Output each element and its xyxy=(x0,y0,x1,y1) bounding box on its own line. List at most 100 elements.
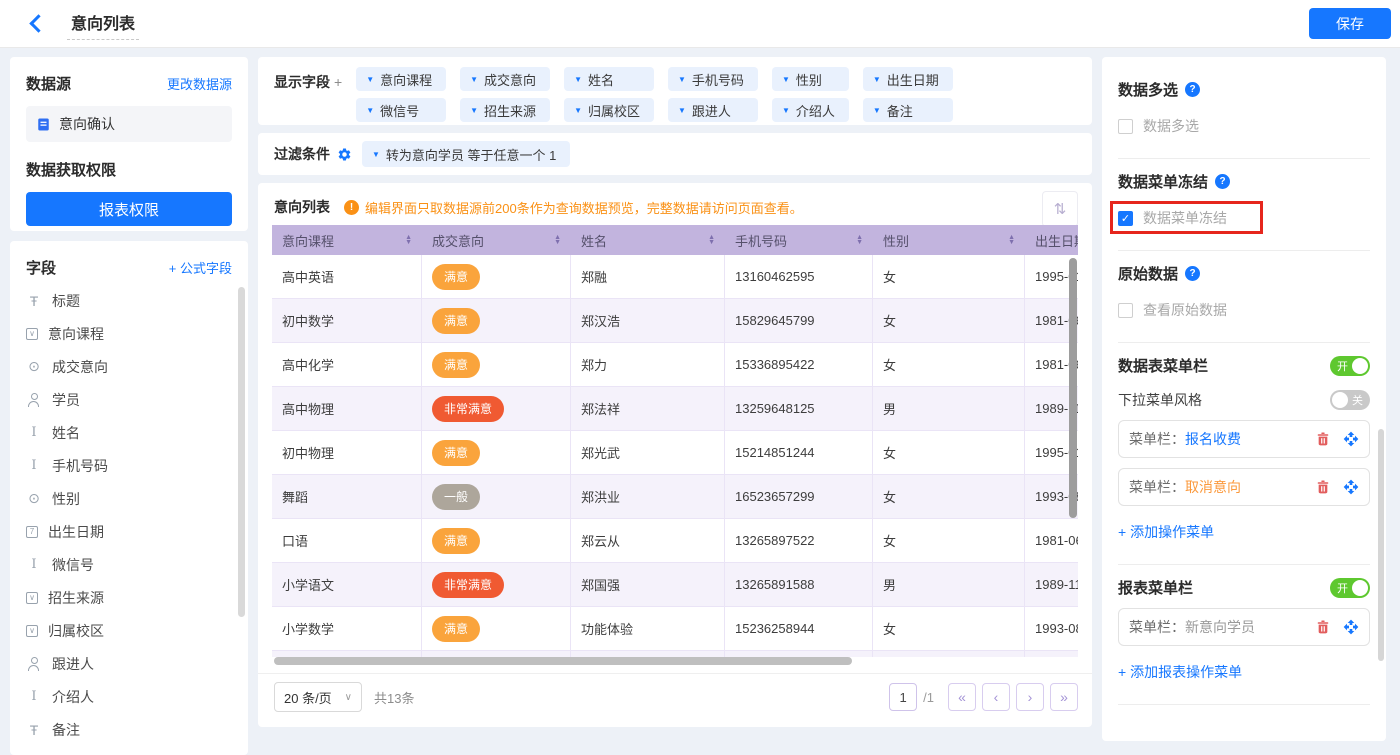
help-icon[interactable]: ? xyxy=(1215,174,1230,189)
column-header-intent[interactable]: 成交意向▲▼ xyxy=(422,225,571,255)
field-item-remark[interactable]: Ŧ备注 xyxy=(26,713,232,746)
prev-page-button[interactable]: ‹ xyxy=(982,683,1010,711)
chip-phone[interactable]: ▼手机号码 xyxy=(668,67,758,91)
trash-icon[interactable] xyxy=(1315,431,1331,447)
first-page-button[interactable]: « xyxy=(948,683,976,711)
next-page-button[interactable]: › xyxy=(1016,683,1044,711)
move-icon[interactable] xyxy=(1343,431,1359,447)
move-icon[interactable] xyxy=(1343,619,1359,635)
chip-source[interactable]: ▼招生来源 xyxy=(460,98,550,122)
filter-title: 过滤条件 xyxy=(274,144,330,164)
column-header-name[interactable]: 姓名▲▼ xyxy=(571,225,725,255)
table-row[interactable]: 口语 满意 郑云从 13265897522 女 1981-06 xyxy=(272,519,1078,563)
checkbox-checked[interactable]: ✓ xyxy=(1118,211,1133,226)
table-row[interactable]: 初中数学 满意 郑汉浩 15829645799 女 1981-06 xyxy=(272,299,1078,343)
save-button[interactable]: 保存 xyxy=(1309,8,1391,39)
field-item-source[interactable]: ∨招生来源 xyxy=(26,581,232,614)
report-menu-title: 报表菜单栏 xyxy=(1118,577,1193,598)
field-item-phone[interactable]: I手机号码 xyxy=(26,449,232,482)
chip-gender[interactable]: ▼性别 xyxy=(772,67,849,91)
pagination-divider xyxy=(258,673,1092,674)
filter-condition-chip[interactable]: ▼ 转为意向学员 等于任意一个 1 xyxy=(362,141,570,167)
field-item-title[interactable]: Ŧ标题 xyxy=(26,284,232,317)
checkbox-unchecked[interactable] xyxy=(1118,119,1133,134)
text-field-icon: I xyxy=(26,458,42,473)
add-report-menu-link[interactable]: + 添加报表操作菜单 xyxy=(1118,662,1242,682)
field-item-wechat[interactable]: I微信号 xyxy=(26,548,232,581)
trash-icon[interactable] xyxy=(1315,619,1331,635)
sort-icon[interactable]: ▲▼ xyxy=(1008,235,1015,246)
checkbox-unchecked[interactable] xyxy=(1118,303,1133,318)
table-menu-toggle-on[interactable]: 开 xyxy=(1330,356,1370,376)
table-horizontal-scrollbar[interactable] xyxy=(274,657,852,665)
dropdown-style-toggle-off[interactable]: 关 xyxy=(1330,390,1370,410)
column-header-birthday[interactable]: 出生日期 xyxy=(1025,225,1078,255)
menu-item-cancel-intent[interactable]: 菜单栏： 取消意向 xyxy=(1118,468,1370,506)
cell-intent: 满意 xyxy=(422,431,571,474)
chip-referrer[interactable]: ▼介绍人 xyxy=(772,98,849,122)
trash-icon[interactable] xyxy=(1315,479,1331,495)
field-item-student[interactable]: 学员 xyxy=(26,383,232,416)
field-item-paid[interactable]: I已报名交费 xyxy=(26,746,232,755)
table-row[interactable]: 初中物理 满意 郑光武 15214851244 女 1995-01 xyxy=(272,431,1078,475)
chip-wechat[interactable]: ▼微信号 xyxy=(356,98,446,122)
menu-freeze-checkbox-row[interactable]: ✓ 数据菜单冻结 xyxy=(1118,208,1370,228)
fields-scrollbar[interactable] xyxy=(238,287,245,617)
settings-scrollbar[interactable] xyxy=(1378,429,1384,661)
table-row[interactable]: 高中物理 非常满意 郑法祥 13259648125 男 1989-11 xyxy=(272,387,1078,431)
back-icon[interactable] xyxy=(29,14,47,32)
chip-birthday[interactable]: ▼出生日期 xyxy=(863,67,953,91)
move-icon[interactable] xyxy=(1343,479,1359,495)
sort-icon[interactable]: ▲▼ xyxy=(856,235,863,246)
table-row[interactable]: 小学数学 满意 功能体验 15236258944 女 1993-08 xyxy=(272,607,1078,651)
gear-icon[interactable] xyxy=(337,147,352,162)
field-item-referrer[interactable]: I介绍人 xyxy=(26,680,232,713)
help-icon[interactable]: ? xyxy=(1185,82,1200,97)
add-formula-field-link[interactable]: + 公式字段 xyxy=(169,258,232,277)
chip-remark[interactable]: ▼备注 xyxy=(863,98,953,122)
field-item-follower[interactable]: 跟进人 xyxy=(26,647,232,680)
table-row[interactable]: 小学语文 非常满意 郑国强 13265891588 男 1989-11 xyxy=(272,563,1078,607)
sort-order-button[interactable]: ⇅ xyxy=(1042,191,1078,227)
table-row[interactable]: 舞蹈 一般 郑洪业 16523657299 女 1993-08 xyxy=(272,475,1078,519)
sort-icon[interactable]: ▲▼ xyxy=(405,235,412,246)
report-permission-button[interactable]: 报表权限 xyxy=(26,192,232,226)
table-row[interactable]: 高中化学 满意 郑力 15336895422 女 1981-06 xyxy=(272,343,1078,387)
chip-campus[interactable]: ▼归属校区 xyxy=(564,98,654,122)
chip-course[interactable]: ▼意向课程 xyxy=(356,67,446,91)
multi-select-checkbox-row[interactable]: 数据多选 xyxy=(1118,116,1370,136)
raw-data-checkbox-row[interactable]: 查看原始数据 xyxy=(1118,300,1370,320)
chip-follower[interactable]: ▼跟进人 xyxy=(668,98,758,122)
menu-item-new-intent-student[interactable]: 菜单栏： 新意向学员 xyxy=(1118,608,1370,646)
cell-name: 郑国强 xyxy=(571,563,725,606)
table-vertical-scrollbar[interactable] xyxy=(1069,258,1077,518)
last-page-button[interactable]: » xyxy=(1050,683,1078,711)
column-header-course[interactable]: 意向课程▲▼ xyxy=(272,225,422,255)
chip-intent[interactable]: ▼成交意向 xyxy=(460,67,550,91)
page-size-select[interactable]: 20 条/页 ∨ xyxy=(274,682,362,712)
column-header-gender[interactable]: 性别▲▼ xyxy=(873,225,1025,255)
field-item-intent[interactable]: ⊙成交意向 xyxy=(26,350,232,383)
cell-phone: 13259648125 xyxy=(725,387,873,430)
table-row[interactable]: 高中英语 满意 郑融 13160462595 女 1995-01 xyxy=(272,255,1078,299)
change-datasource-link[interactable]: 更改数据源 xyxy=(167,74,232,93)
field-item-name[interactable]: I姓名 xyxy=(26,416,232,449)
column-header-phone[interactable]: 手机号码▲▼ xyxy=(725,225,873,255)
add-table-menu-link[interactable]: + 添加操作菜单 xyxy=(1118,522,1214,542)
sort-icon[interactable]: ▲▼ xyxy=(554,235,561,246)
cell-name: 郑力 xyxy=(571,343,725,386)
help-icon[interactable]: ? xyxy=(1185,266,1200,281)
datasource-item[interactable]: 意向确认 xyxy=(26,106,232,142)
sort-icon[interactable]: ▲▼ xyxy=(708,235,715,246)
field-item-course[interactable]: ∨意向课程 xyxy=(26,317,232,350)
chip-name[interactable]: ▼姓名 xyxy=(564,67,654,91)
report-menu-toggle-on[interactable]: 开 xyxy=(1330,578,1370,598)
cell-birthday: 1981-06 xyxy=(1025,519,1078,562)
menu-item-enroll-fee[interactable]: 菜单栏： 报名收费 xyxy=(1118,420,1370,458)
field-item-campus[interactable]: ∨归属校区 xyxy=(26,614,232,647)
field-item-birthday[interactable]: 7出生日期 xyxy=(26,515,232,548)
cell-name: 郑汉浩 xyxy=(571,299,725,342)
field-item-gender[interactable]: ⊙性别 xyxy=(26,482,232,515)
add-display-field-button[interactable]: + xyxy=(334,74,342,90)
page-number-input[interactable]: 1 xyxy=(889,683,917,711)
